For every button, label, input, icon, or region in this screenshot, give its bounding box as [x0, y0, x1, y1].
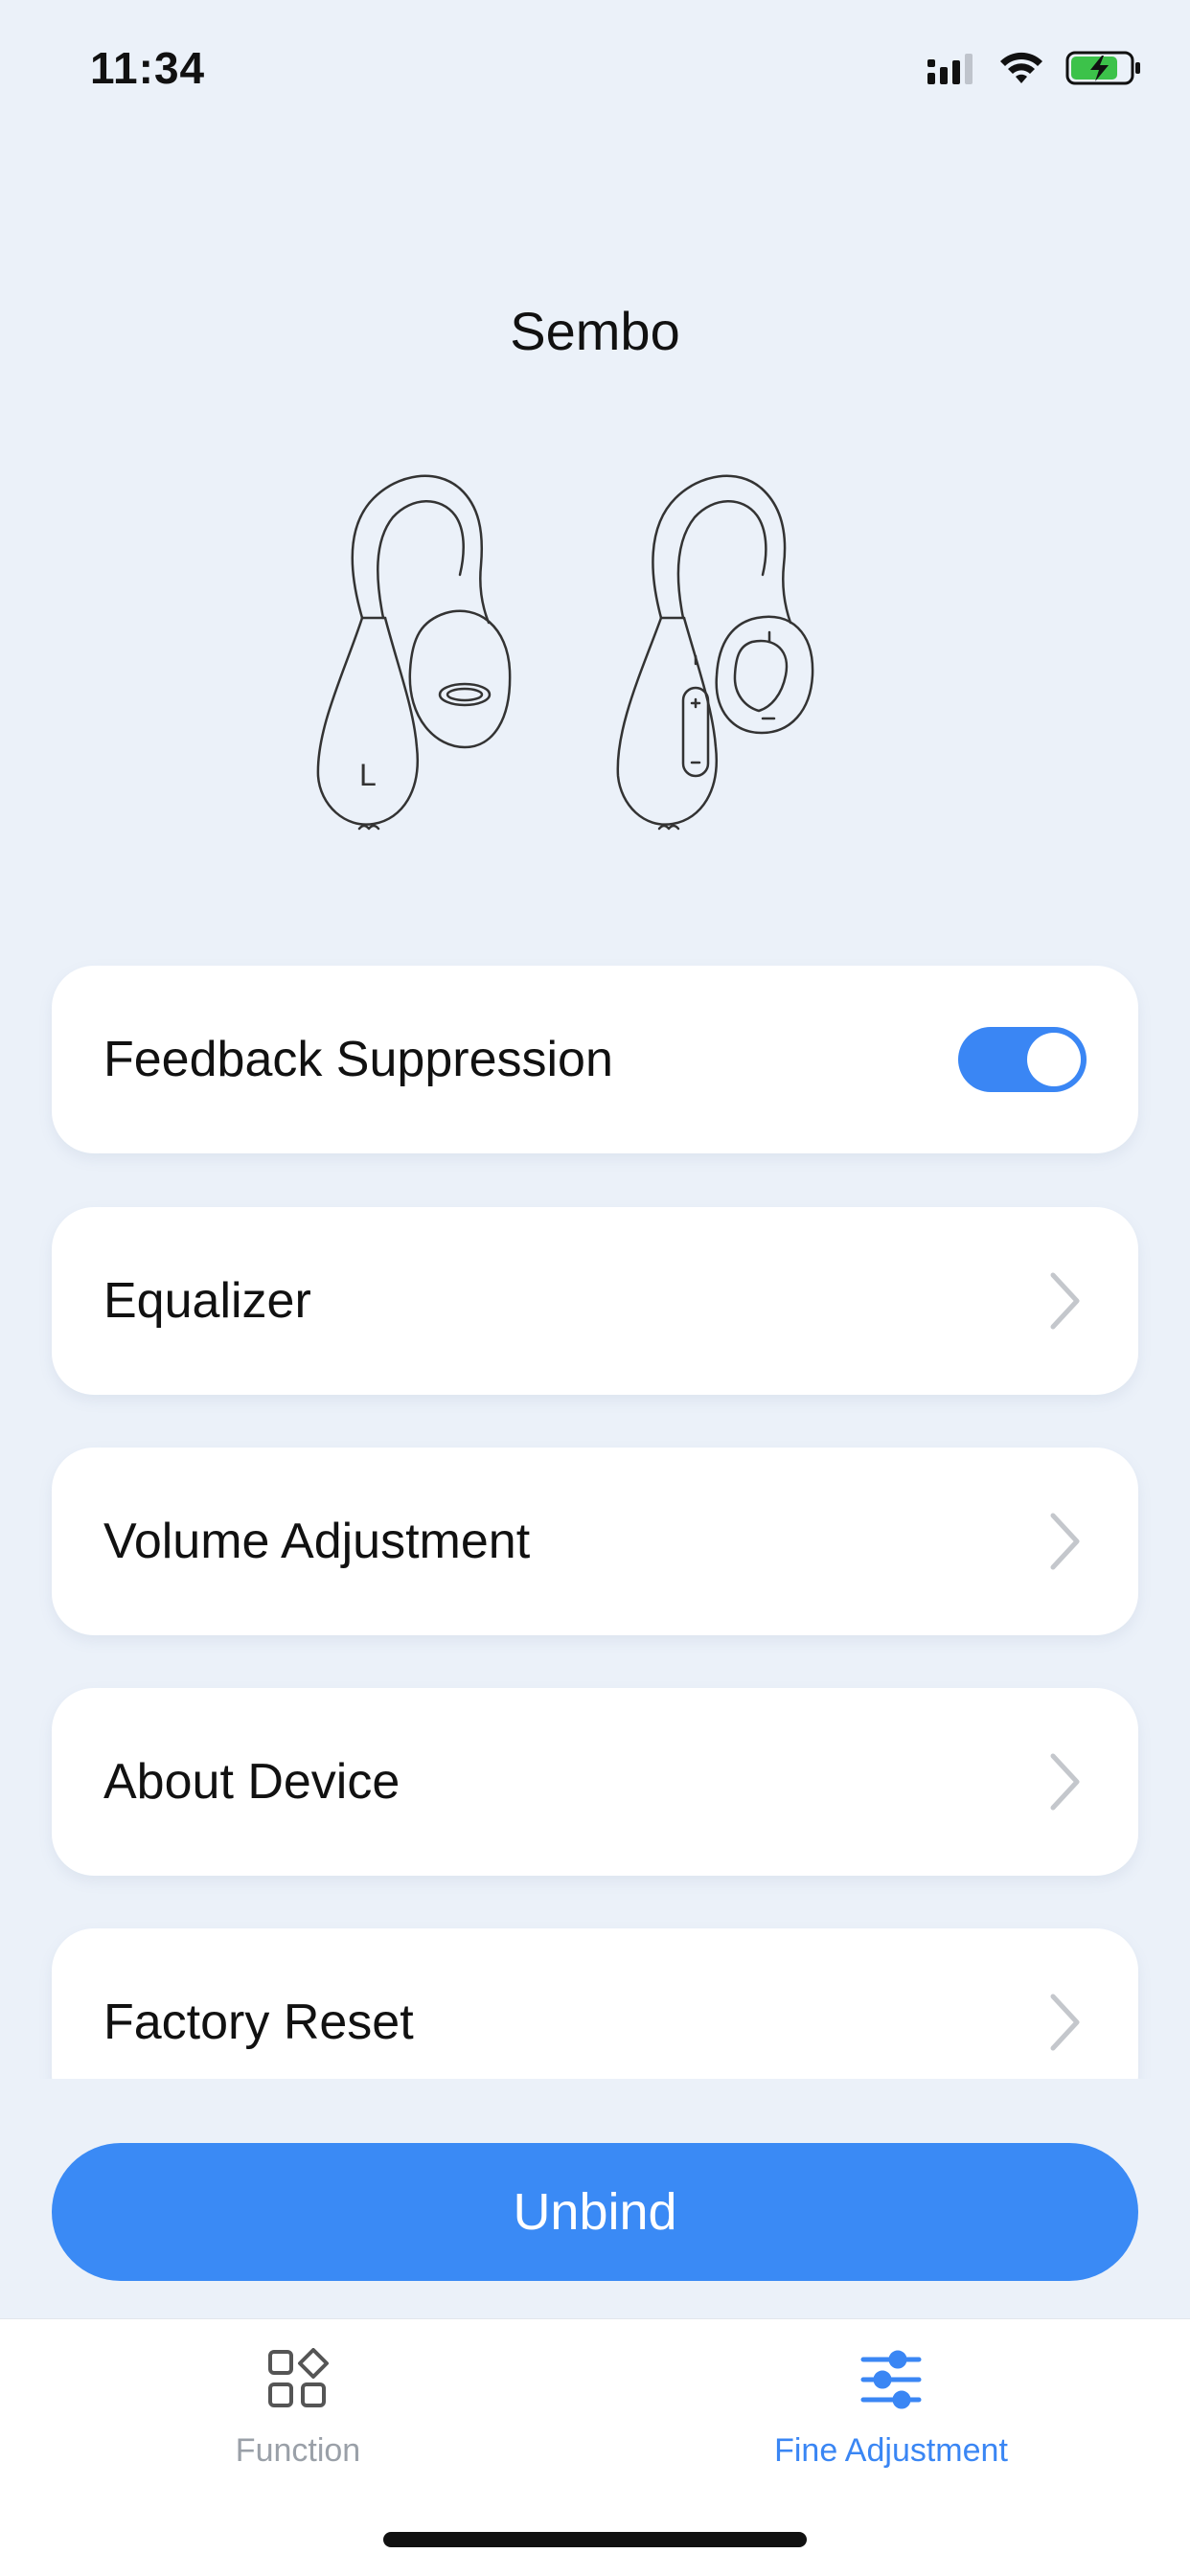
sliders-icon [860, 2350, 922, 2409]
chevron-right-icon [1050, 1994, 1080, 2051]
menu-item-label: Feedback Suppression [103, 1032, 613, 1087]
left-marker: L [359, 758, 377, 792]
chevron-right-icon [1050, 1753, 1080, 1811]
status-icons [927, 50, 1142, 86]
menu-item-factory-reset[interactable]: Factory Reset [52, 1928, 1138, 2079]
chevron-right-icon [1050, 1272, 1080, 1330]
menu-item-volume-adjustment[interactable]: Volume Adjustment [52, 1448, 1138, 1635]
tab-label: Fine Adjustment [774, 2432, 1008, 2469]
cellular-signal-icon [927, 54, 973, 84]
menu-item-label: About Device [103, 1754, 400, 1810]
feedback-suppression-toggle[interactable] [958, 1027, 1087, 1092]
status-bar: 11:34 [0, 0, 1190, 144]
menu-item-label: Volume Adjustment [103, 1514, 531, 1569]
page-title: Sembo [510, 301, 680, 361]
wifi-icon [1000, 52, 1042, 83]
chevron-right-icon [1050, 1513, 1080, 1570]
grid-icon [268, 2348, 329, 2407]
menu-item-about-device[interactable]: About Device [52, 1688, 1138, 1876]
menu-item-label: Equalizer [103, 1273, 311, 1329]
tab-bar: Function Fine Adjustment [0, 2318, 1190, 2576]
menu-item-feedback-suppression[interactable]: Feedback Suppression [52, 966, 1138, 1153]
home-indicator [383, 2532, 807, 2547]
tab-function[interactable]: Function [106, 2348, 490, 2470]
status-time: 11:34 [90, 43, 206, 93]
earbuds-illustration: L [316, 474, 814, 831]
battery-charging-icon [1065, 51, 1140, 85]
tab-label: Function [235, 2432, 361, 2469]
settings-list[interactable]: Feedback Suppression Equalizer Volume Ad… [0, 958, 1190, 2079]
menu-item-equalizer[interactable]: Equalizer [52, 1207, 1138, 1395]
toggle-knob [1027, 1033, 1081, 1086]
menu-item-label: Factory Reset [103, 1995, 414, 2050]
unbind-button[interactable]: Unbind [52, 2143, 1138, 2281]
tab-fine-adjustment[interactable]: Fine Adjustment [699, 2348, 1083, 2470]
